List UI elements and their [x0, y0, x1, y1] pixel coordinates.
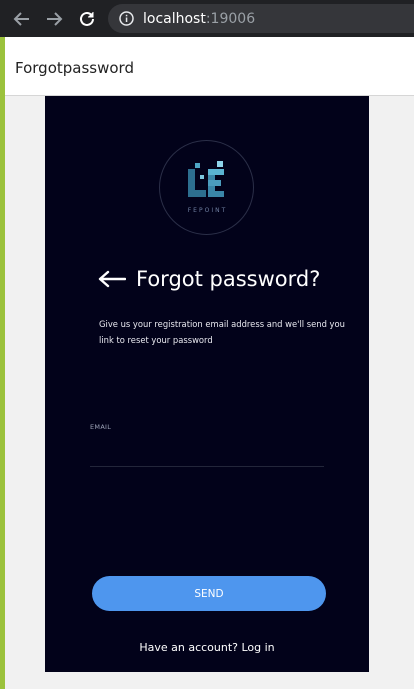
url-text: localhost:19006 [143, 11, 255, 27]
reload-icon[interactable] [76, 8, 98, 30]
logo-mark-icon [188, 161, 224, 197]
browser-toolbar: localhost:19006 [0, 0, 414, 37]
logo: FEPOINT [159, 140, 254, 235]
back-arrow-icon[interactable] [11, 8, 33, 30]
url-host: localhost [143, 10, 206, 27]
email-field[interactable] [90, 434, 324, 467]
instructions-text: Give us your registration email address … [99, 319, 345, 345]
page-title: Forgotpassword [15, 59, 134, 77]
app-header: Forgotpassword [5, 37, 414, 96]
forward-arrow-icon[interactable] [43, 8, 65, 30]
info-icon[interactable] [118, 11, 134, 27]
send-button[interactable]: SEND [92, 576, 326, 611]
logo-text: FEPOINT [187, 207, 228, 214]
back-arrow-icon[interactable] [98, 270, 126, 288]
url-port: :19006 [205, 10, 256, 27]
forgot-password-title: Forgot password? [136, 267, 321, 291]
email-label: EMAIL [90, 423, 112, 431]
title-row: Forgot password? [98, 267, 320, 291]
accent-strip [0, 37, 5, 689]
address-bar[interactable]: localhost:19006 [108, 4, 414, 33]
login-link[interactable]: Have an account? Log in [45, 641, 369, 654]
forgot-password-screen: FEPOINT Forgot password? Give us your re… [45, 96, 369, 672]
